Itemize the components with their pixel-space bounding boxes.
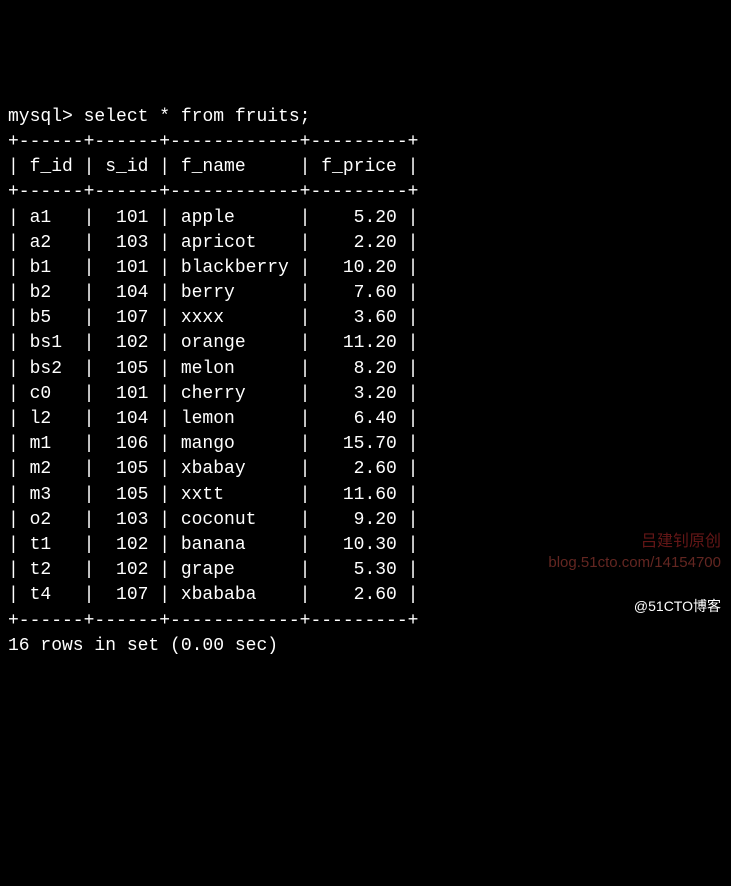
mysql-prompt: mysql> xyxy=(8,107,84,127)
table-body: | a1 | 101 | apple | 5.20 | | a2 | 103 |… xyxy=(8,208,418,606)
result-summary: 16 rows in set (0.00 sec) xyxy=(8,636,278,656)
table-header-row: | f_id | s_id | f_name | f_price | xyxy=(8,157,418,177)
table-border-top: +------+------+------------+---------+ xyxy=(8,132,418,152)
terminal-output: mysql> select * from fruits; +------+---… xyxy=(8,105,723,659)
table-border-bottom: +------+------+------------+---------+ xyxy=(8,611,418,631)
table-border-mid: +------+------+------------+---------+ xyxy=(8,182,418,202)
sql-query: select * from fruits; xyxy=(84,107,311,127)
